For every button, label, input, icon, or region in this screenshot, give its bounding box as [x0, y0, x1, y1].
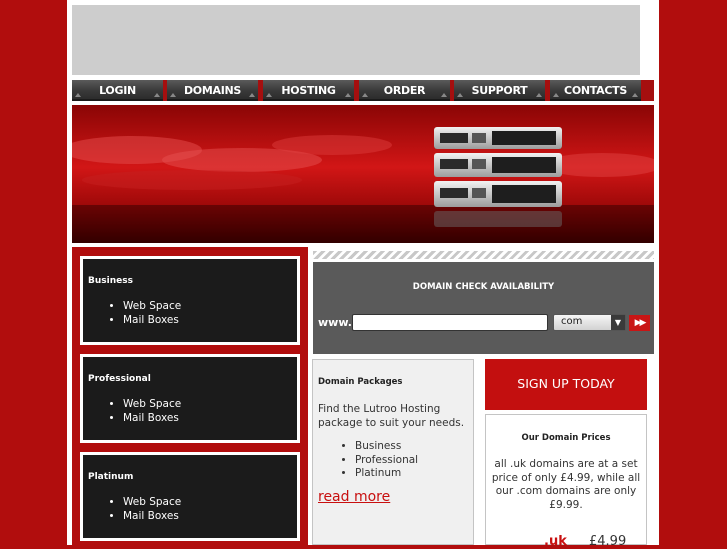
- www-prefix: www.: [318, 316, 352, 329]
- nav-domains[interactable]: DOMAINS: [167, 80, 258, 101]
- domain-search-input[interactable]: [352, 314, 548, 331]
- package-feature: Web Space: [123, 495, 181, 509]
- nav-contacts[interactable]: CONTACTS: [550, 80, 641, 101]
- nav-hosting[interactable]: HOSTING: [263, 80, 354, 101]
- hero-servers-image: [72, 105, 654, 243]
- tld-select[interactable]: com ▼: [553, 314, 626, 331]
- domain-packages-box: Domain Packages Find the Lutroo Hosting …: [312, 359, 474, 545]
- package-feature: Mail Boxes: [123, 313, 181, 327]
- nav-support-label: SUPPORT: [471, 84, 528, 97]
- nav-login-label: LOGIN: [99, 84, 136, 97]
- nav-hosting-label: HOSTING: [281, 84, 336, 97]
- nav-contacts-label: CONTACTS: [564, 84, 627, 97]
- domain-check-title: DOMAIN CHECK AVAILABILITY: [412, 282, 555, 292]
- list-item: Business: [355, 440, 418, 454]
- stripe-divider: [313, 251, 654, 259]
- package-title: Professional: [88, 374, 151, 384]
- signup-button[interactable]: SIGN UP TODAY: [485, 359, 647, 410]
- domain-packages-description: Find the Lutroo Hosting package to suit …: [318, 403, 465, 429]
- domain-check-panel: DOMAIN CHECK AVAILABILITY www. com ▼ ▶▶: [313, 262, 654, 354]
- package-feature: Mail Boxes: [123, 411, 181, 425]
- nav-order[interactable]: ORDER: [359, 80, 450, 101]
- nav-support[interactable]: SUPPORT: [454, 80, 545, 101]
- nav-domains-label: DOMAINS: [183, 84, 242, 97]
- package-feature: Web Space: [123, 299, 181, 313]
- domain-packages-title: Domain Packages: [318, 377, 403, 387]
- domain-prices-title: Our Domain Prices: [521, 433, 611, 443]
- domain-prices-text: all .uk domains are at a set price of on…: [491, 458, 641, 511]
- nav-login[interactable]: LOGIN: [72, 80, 163, 101]
- top-banner-placeholder: [72, 5, 640, 75]
- package-card-business[interactable]: Business Web Space Mail Boxes: [80, 256, 300, 345]
- uk-price: £4.99: [589, 534, 627, 549]
- read-more-link[interactable]: read more: [318, 489, 390, 505]
- list-item: Platinum: [355, 467, 418, 481]
- uk-label: .uk: [544, 534, 567, 549]
- package-feature: Mail Boxes: [123, 509, 181, 523]
- list-item: Professional: [355, 454, 418, 468]
- domain-prices-box: Our Domain Prices all .uk domains are at…: [485, 414, 647, 549]
- package-title: Platinum: [88, 472, 134, 482]
- tld-selected-value: com: [561, 316, 583, 327]
- search-go-icon[interactable]: ▶▶: [629, 315, 650, 331]
- hero-banner: [72, 105, 654, 243]
- package-card-professional[interactable]: Professional Web Space Mail Boxes: [80, 354, 300, 443]
- nav-order-label: ORDER: [383, 84, 426, 97]
- package-title: Business: [88, 276, 133, 286]
- package-feature: Web Space: [123, 397, 181, 411]
- chevron-down-icon: ▼: [611, 315, 625, 330]
- package-card-platinum[interactable]: Platinum Web Space Mail Boxes: [80, 452, 300, 541]
